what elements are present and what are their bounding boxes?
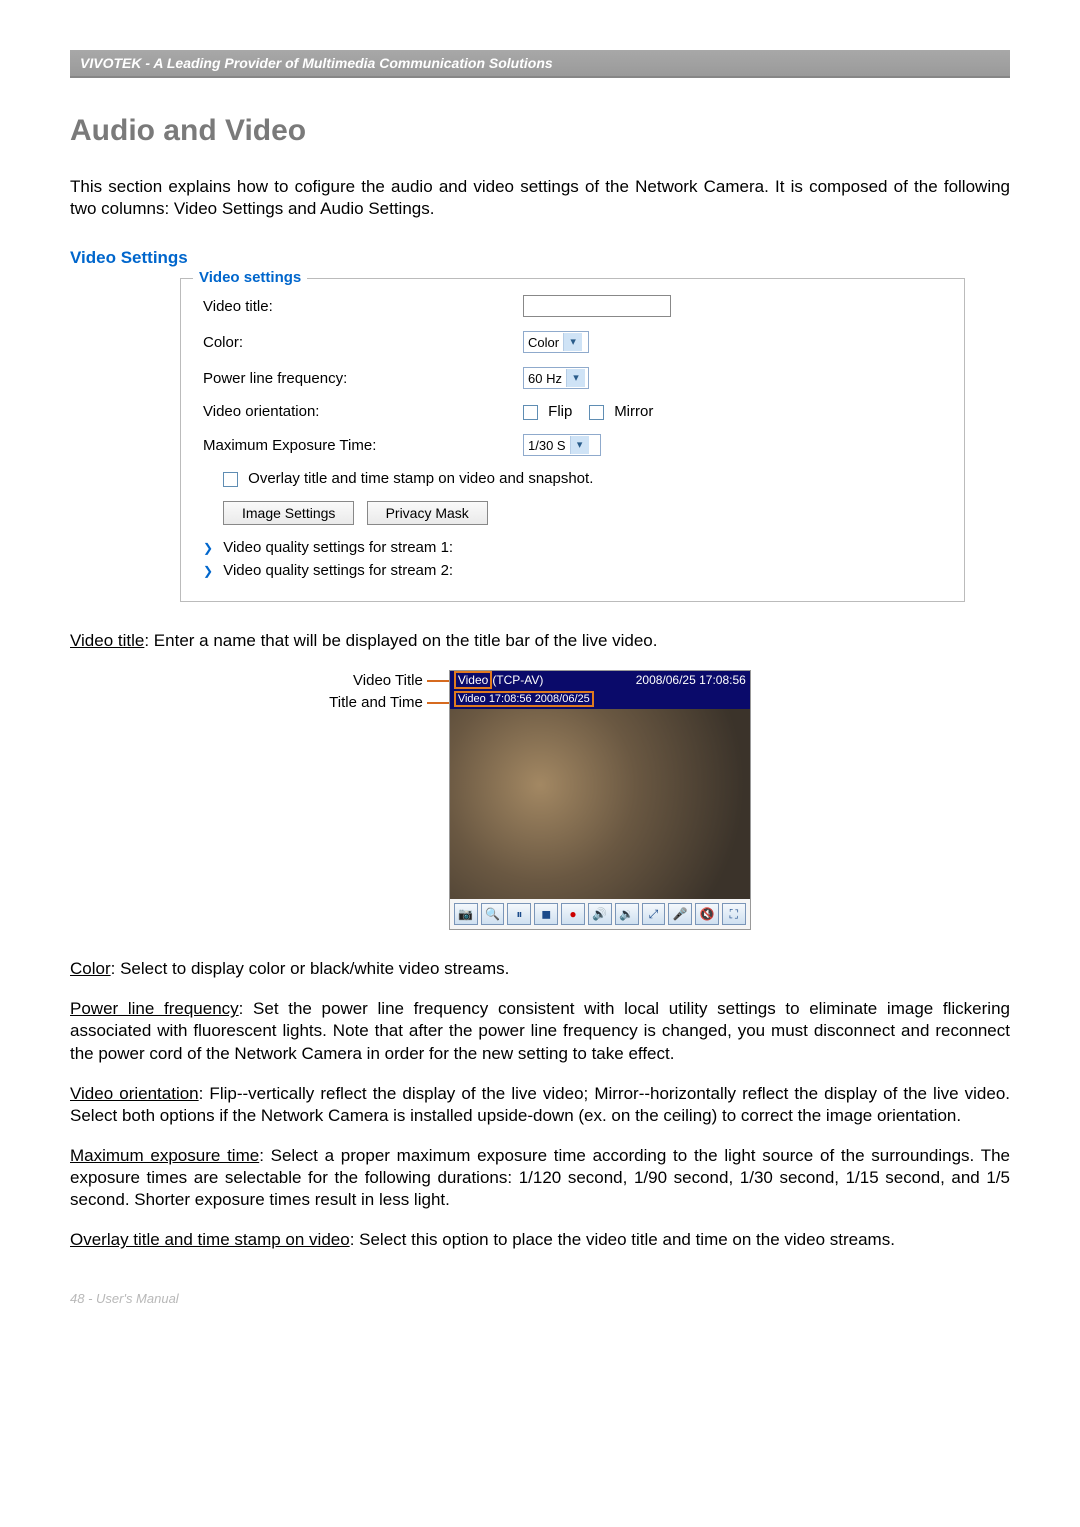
select-plf[interactable]: 60 Hz ▾: [523, 367, 589, 389]
fig-label-title: Video Title: [329, 670, 423, 692]
select-color[interactable]: Color ▾: [523, 331, 589, 353]
chevron-down-icon: ▾: [570, 436, 589, 454]
volume-up-icon[interactable]: 🔊: [588, 903, 612, 925]
camera-icon[interactable]: 📷: [454, 903, 478, 925]
preview-titlebar: Video(TCP-AV) 2008/06/25 17:08:56: [450, 671, 750, 689]
label-video-title: Video title:: [203, 298, 523, 315]
button-row: Image Settings Privacy Mask: [223, 501, 942, 525]
intro-text: This section explains how to cofigure th…: [70, 176, 1010, 220]
label-stream2: Video quality settings for stream 2:: [223, 562, 453, 579]
checkbox-overlay[interactable]: [223, 472, 238, 487]
record-icon[interactable]: ●: [561, 903, 585, 925]
label-orientation: Video orientation:: [203, 403, 523, 420]
label-flip: Flip: [548, 403, 572, 420]
desc-exposure: Maximum exposure time: Select a proper m…: [70, 1145, 1010, 1211]
panel-legend: Video settings: [193, 269, 307, 286]
video-figure: Video Title Title and Time Video(TCP-AV)…: [70, 670, 1010, 930]
doc-header: VIVOTEK - A Leading Provider of Multimed…: [70, 50, 1010, 78]
term-video-title: Video title: [70, 631, 144, 650]
row-video-title: Video title:: [203, 295, 942, 317]
row-overlay: Overlay title and time stamp on video an…: [223, 470, 942, 487]
expand-icon[interactable]: ⤢: [642, 903, 666, 925]
preview-title-boxed: Video: [454, 671, 492, 689]
term-orientation: Video orientation: [70, 1084, 199, 1103]
preview-overlay-boxed: Video 17:08:56 2008/06/25: [454, 691, 594, 707]
desc-video-title: Video title: Enter a name that will be d…: [70, 630, 1010, 652]
chevron-right-icon: ❯: [203, 564, 213, 578]
checkbox-flip[interactable]: [523, 405, 538, 420]
term-plf: Power line frequency: [70, 999, 239, 1018]
row-color: Color: Color ▾: [203, 331, 942, 353]
video-settings-panel: Video settings Video title: Color: Color…: [180, 278, 965, 602]
select-exposure[interactable]: 1/30 S ▾: [523, 434, 601, 456]
desc-color: Color: Select to display color or black/…: [70, 958, 1010, 980]
select-exposure-value: 1/30 S: [524, 438, 570, 453]
doc-header-text: VIVOTEK - A Leading Provider of Multimed…: [80, 55, 553, 71]
mic-off-icon[interactable]: 🔇: [695, 903, 719, 925]
page-title: Audio and Video: [70, 114, 1010, 148]
checkbox-mirror[interactable]: [589, 405, 604, 420]
desc-overlay: Overlay title and time stamp on video: S…: [70, 1229, 1010, 1251]
term-overlay: Overlay title and time stamp on video: [70, 1230, 350, 1249]
image-settings-button[interactable]: Image Settings: [223, 501, 354, 525]
preview-overlay-bar: Video 17:08:56 2008/06/25: [450, 689, 750, 709]
volume-icon[interactable]: 🔉: [615, 903, 639, 925]
label-exposure: Maximum Exposure Time:: [203, 437, 523, 454]
row-exposure: Maximum Exposure Time: 1/30 S ▾: [203, 434, 942, 456]
chevron-right-icon: ❯: [203, 541, 213, 555]
row-orientation: Video orientation: Flip Mirror: [203, 403, 942, 420]
input-video-title[interactable]: [523, 295, 671, 317]
figure-pointers: [427, 670, 449, 930]
chevron-down-icon: ▾: [566, 369, 585, 387]
stop-icon[interactable]: ◼: [534, 903, 558, 925]
mic-icon[interactable]: 🎤: [668, 903, 692, 925]
video-preview: Video(TCP-AV) 2008/06/25 17:08:56 Video …: [449, 670, 751, 930]
select-color-value: Color: [524, 335, 563, 350]
desc-plf: Power line frequency: Set the power line…: [70, 998, 1010, 1064]
fullscreen-icon[interactable]: ⛶: [722, 903, 746, 925]
row-plf: Power line frequency: 60 Hz ▾: [203, 367, 942, 389]
term-color: Color: [70, 959, 111, 978]
privacy-mask-button[interactable]: Privacy Mask: [367, 501, 488, 525]
chevron-down-icon: ▾: [563, 333, 582, 351]
expand-stream2[interactable]: ❯ Video quality settings for stream 2:: [203, 562, 942, 579]
preview-controls: 📷 🔍 ⏸ ◼ ● 🔊 🔉 ⤢ 🎤 🔇 ⛶: [450, 899, 750, 929]
label-stream1: Video quality settings for stream 1:: [223, 539, 453, 556]
pause-icon[interactable]: ⏸: [507, 903, 531, 925]
video-settings-heading: Video Settings: [70, 248, 1010, 268]
term-exposure: Maximum exposure time: [70, 1146, 259, 1165]
figure-labels: Video Title Title and Time: [329, 670, 427, 930]
label-overlay: Overlay title and time stamp on video an…: [248, 470, 593, 487]
label-mirror: Mirror: [614, 403, 653, 420]
preview-datetime: 2008/06/25 17:08:56: [636, 673, 746, 687]
preview-image: [450, 709, 750, 899]
zoom-icon[interactable]: 🔍: [481, 903, 505, 925]
desc-orientation: Video orientation: Flip--vertically refl…: [70, 1083, 1010, 1127]
fig-label-titletime: Title and Time: [329, 692, 423, 714]
preview-title-suffix: (TCP-AV): [492, 673, 543, 687]
expand-stream1[interactable]: ❯ Video quality settings for stream 1:: [203, 539, 942, 556]
select-plf-value: 60 Hz: [524, 371, 566, 386]
label-color: Color:: [203, 334, 523, 351]
page-footer: 48 - User's Manual: [70, 1291, 1010, 1306]
label-plf: Power line frequency:: [203, 370, 523, 387]
